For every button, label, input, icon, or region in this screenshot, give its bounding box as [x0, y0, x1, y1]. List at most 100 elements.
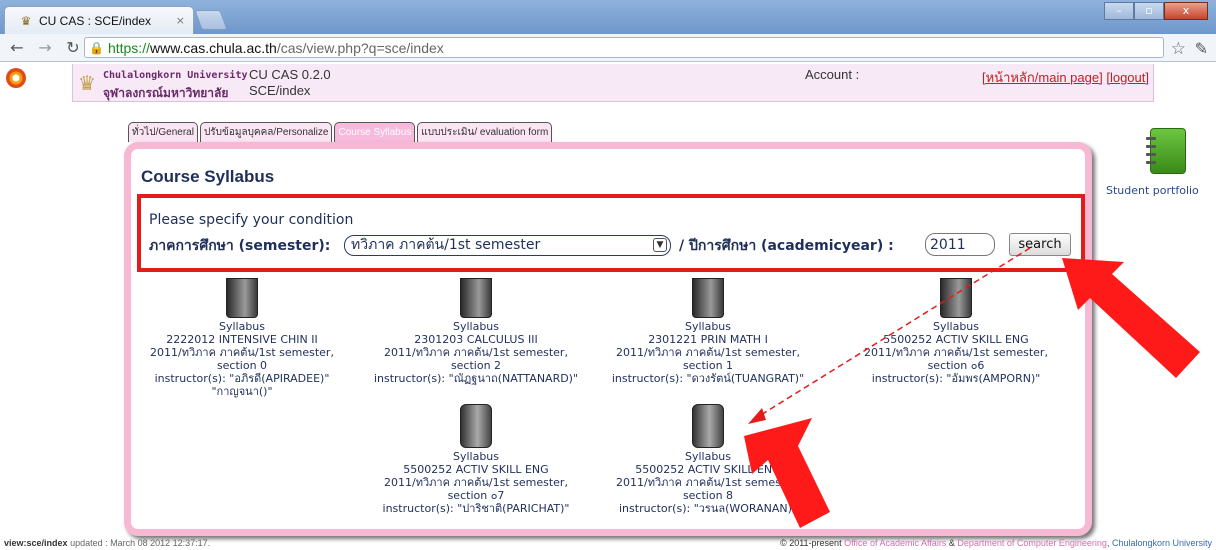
- course-section: section 2: [450, 359, 502, 372]
- footer-copyright: © 2011-present: [780, 538, 842, 548]
- course-instructor-extra: "กาญจนา()": [211, 385, 273, 398]
- notebook-icon[interactable]: [1146, 128, 1186, 174]
- page-title: Course Syllabus: [141, 167, 275, 186]
- header-links: [หน้าหลัก/main page] [logout]: [982, 67, 1149, 88]
- window-controls: – ▫ x: [1104, 2, 1208, 20]
- syllabus-document-icon[interactable]: [692, 404, 724, 448]
- page-tabs: ทั่วไป/General ปรับข้อมูลบุคคล/Personali…: [128, 122, 553, 142]
- course-instructor: instructor(s): "อัมพร(AMPORN)": [871, 372, 1041, 385]
- course-term: 2011/ทวิภาค ภาคต้น/1st semester,: [384, 346, 568, 359]
- main-page-link[interactable]: [หน้าหลัก/main page]: [982, 70, 1103, 85]
- tab-general[interactable]: ทั่วไป/General: [128, 122, 198, 142]
- footer-university: , Chulalongkorn University: [1106, 538, 1212, 548]
- footer-left: view:sce/index updated : March 08 2012 1…: [4, 538, 210, 548]
- syllabus-item: Syllabus 2301203 CALCULUS III 2011/ทวิภา…: [356, 278, 596, 385]
- footer-dept-link[interactable]: Department of Computer Engineering: [957, 538, 1107, 548]
- url-host: www.cas.chula.ac.th: [149, 39, 277, 56]
- course-instructor: instructor(s): "ณัฏฐนาถ(NATTANARD)": [373, 372, 579, 385]
- url-path: /cas/view.php?q=sce/index: [276, 39, 444, 56]
- course-section: section 0: [216, 359, 268, 372]
- syllabus-document-icon[interactable]: [226, 278, 258, 318]
- minimize-button[interactable]: –: [1104, 2, 1134, 20]
- forward-arrow-icon[interactable]: →: [34, 37, 56, 59]
- condition-form: Please specify your condition ภาคการศึกษ…: [137, 194, 1085, 272]
- logout-link[interactable]: [logout]: [1106, 70, 1149, 85]
- student-portfolio-link[interactable]: Student portfolio: [1106, 184, 1199, 197]
- notebook-ring: [1146, 161, 1156, 164]
- main-panel: Course Syllabus Please specify your cond…: [124, 142, 1092, 536]
- footer-amp: &: [948, 538, 955, 548]
- tab-evaluation-form[interactable]: แบบประเมิน/ evaluation form: [417, 122, 553, 142]
- course-instructor: instructor(s): "อภิรดี(APIRADEE)": [154, 372, 330, 385]
- course-name: 2222012 INTENSIVE CHIN II: [166, 333, 318, 346]
- course-instructor: instructor(s): "วรนล(WORANAN)": [619, 502, 797, 515]
- back-arrow-icon[interactable]: ←: [6, 37, 28, 59]
- course-section: section 1: [682, 359, 734, 372]
- syllabus-document-icon[interactable]: [460, 404, 492, 448]
- syllabus-link[interactable]: Syllabus: [836, 320, 1076, 333]
- chevron-down-icon: ▼: [653, 238, 667, 252]
- course-name: 5500252 ACTIV SKILL ENG: [403, 463, 549, 476]
- tab-title: CU CAS : SCE/index: [39, 13, 152, 28]
- account-label: Account :: [805, 67, 860, 82]
- notebook-ring: [1146, 145, 1156, 148]
- course-term: 2011/ทวิภาค ภาคต้น/1st semester,: [384, 476, 568, 489]
- app-name: CU CAS 0.2.0: [249, 67, 331, 82]
- notebook-ring: [1146, 153, 1156, 156]
- syllabus-item: Syllabus 2301221 PRIN MATH I 2011/ทวิภาค…: [588, 278, 828, 385]
- syllabus-item: Syllabus 5500252 ACTIV SKILL ENG 2011/ทว…: [588, 404, 828, 515]
- url-scheme: https://: [107, 39, 150, 56]
- syllabus-link[interactable]: Syllabus: [122, 320, 362, 333]
- browser-tab[interactable]: ♛ CU CAS : SCE/index ×: [4, 6, 194, 34]
- extension-icon[interactable]: [6, 68, 26, 88]
- condition-label: Please specify your condition: [149, 212, 354, 228]
- footer-office-link[interactable]: Office of Academic Affairs: [844, 538, 946, 548]
- syllabus-link[interactable]: Syllabus: [588, 450, 828, 463]
- course-section: section ๐6: [927, 359, 985, 372]
- footer-view-label: view:sce/index: [4, 538, 68, 548]
- notebook-ring: [1146, 137, 1156, 140]
- reload-icon[interactable]: ↻: [62, 37, 84, 59]
- university-name-en: Chulalongkorn University: [103, 70, 248, 81]
- university-name-th: จุฬาลงกรณ์มหาวิทยาลัย: [103, 86, 229, 100]
- syllabus-item: Syllabus 5500252 ACTIV SKILL ENG 2011/ทว…: [356, 404, 596, 515]
- syllabus-item: Syllabus 5500252 ACTIV SKILL ENG 2011/ทว…: [836, 278, 1076, 385]
- maximize-button[interactable]: ▫: [1134, 2, 1164, 20]
- wrench-menu-icon[interactable]: ✎: [1195, 39, 1208, 58]
- syllabus-item: Syllabus 2222012 INTENSIVE CHIN II 2011/…: [122, 278, 362, 398]
- syllabus-document-icon[interactable]: [460, 278, 492, 318]
- tab-personalize[interactable]: ปรับข้อมูลบุคคล/Personalize: [199, 122, 333, 142]
- course-term: 2011/ทวิภาค ภาคต้น/1st semester,: [616, 476, 800, 489]
- address-bar[interactable]: 🔒 https://www.cas.chula.ac.th/cas/view.p…: [84, 37, 1164, 58]
- course-instructor: instructor(s): "ดวงรัตน์(TUANGRAT)": [611, 372, 805, 385]
- course-name: 2301221 PRIN MATH I: [648, 333, 768, 346]
- close-window-button[interactable]: x: [1164, 2, 1208, 20]
- academic-year-input[interactable]: [925, 233, 995, 256]
- page-header: ♛ Chulalongkorn University จุฬาลงกรณ์มหา…: [72, 64, 1154, 102]
- browser-toolbar: ← → ↻ 🔒 https://www.cas.chula.ac.th/cas/…: [0, 34, 1216, 62]
- course-name: 2301203 CALCULUS III: [414, 333, 538, 346]
- browser-titlebar: ♛ CU CAS : SCE/index × – ▫ x: [0, 0, 1216, 34]
- tab-course-syllabus[interactable]: Course Syllabus: [334, 122, 416, 142]
- syllabus-link[interactable]: Syllabus: [588, 320, 828, 333]
- bookmark-star-icon[interactable]: ☆: [1171, 39, 1186, 59]
- syllabus-document-icon[interactable]: [940, 278, 972, 318]
- lock-icon: 🔒: [89, 40, 104, 55]
- footer-updated: updated : March 08 2012 12:37:17.: [70, 538, 211, 548]
- tab-close-icon[interactable]: ×: [176, 14, 185, 27]
- new-tab-button[interactable]: [194, 10, 228, 30]
- course-term: 2011/ทวิภาค ภาคต้น/1st semester,: [616, 346, 800, 359]
- syllabus-link[interactable]: Syllabus: [356, 450, 596, 463]
- course-name: 5500252 ACTIV SKILL ENG: [883, 333, 1029, 346]
- app-path: SCE/index: [249, 83, 311, 98]
- course-instructor: instructor(s): "ปาริชาติ(PARICHAT)": [382, 502, 570, 515]
- course-term: 2011/ทวิภาค ภาคต้น/1st semester,: [864, 346, 1048, 359]
- course-section: section ๐7: [447, 489, 505, 502]
- course-term: 2011/ทวิภาค ภาคต้น/1st semester,: [150, 346, 334, 359]
- syllabus-link[interactable]: Syllabus: [356, 320, 596, 333]
- search-button[interactable]: search: [1009, 233, 1071, 256]
- syllabus-document-icon[interactable]: [692, 278, 724, 318]
- semester-select[interactable]: ทวิภาค ภาคต้น/1st semester ▼: [344, 235, 671, 256]
- academic-year-label: / ปีการศึกษา (academicyear) :: [679, 238, 894, 254]
- university-seal-icon: ♛: [78, 71, 96, 95]
